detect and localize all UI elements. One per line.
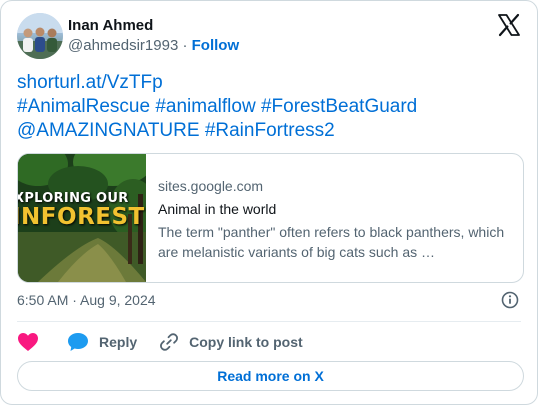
- info-icon[interactable]: [501, 291, 519, 309]
- link-preview-description: The term "panther" often refers to black…: [158, 224, 505, 260]
- read-more-button[interactable]: Read more on X: [17, 361, 524, 391]
- heart-icon: [18, 333, 38, 351]
- action-bar: Reply Copy link to post: [17, 332, 303, 352]
- post-mentions-line[interactable]: @AMAZINGNATURE #RainFortress2: [17, 119, 521, 143]
- post-link-shorturl[interactable]: shorturl.at/VzTFp: [17, 71, 521, 95]
- like-button[interactable]: [17, 332, 39, 352]
- reply-label: Reply: [99, 334, 138, 350]
- link-preview-body: sites.google.com Animal in the world The…: [158, 178, 513, 262]
- link-preview-domain: sites.google.com: [158, 178, 264, 194]
- speech-bubble-icon: [68, 333, 88, 351]
- thumbnail-caption-line-2: INFOREST: [18, 204, 145, 230]
- reply-button[interactable]: Reply: [67, 332, 137, 352]
- avatar-photo: [17, 13, 63, 59]
- divider: [17, 321, 521, 322]
- link-preview-card[interactable]: XPLORING OUR INFOREST sites.google.com A…: [17, 153, 524, 283]
- avatar[interactable]: [17, 13, 63, 59]
- post-hashtags-line[interactable]: #AnimalRescue #animalflow #ForestBeatGua…: [17, 95, 521, 119]
- author-handle-line: @ahmedsir1993 · Follow: [68, 37, 239, 54]
- author-display-name[interactable]: Inan Ahmed: [68, 17, 153, 34]
- post-text: shorturl.at/VzTFp #AnimalRescue #animalf…: [17, 71, 521, 143]
- author-handle[interactable]: @ahmedsir1993: [68, 37, 178, 54]
- copy-link-label: Copy link to post: [189, 334, 303, 350]
- link-preview-title: Animal in the world: [158, 201, 277, 217]
- x-logo-icon[interactable]: [497, 13, 521, 37]
- handle-separator: ·: [178, 37, 192, 54]
- follow-button[interactable]: Follow: [192, 37, 240, 54]
- link-preview-thumbnail: XPLORING OUR INFOREST: [18, 154, 146, 282]
- copy-link-button[interactable]: Copy link to post: [159, 332, 303, 352]
- embedded-post-card: Inan Ahmed @ahmedsir1993 · Follow shortu…: [0, 0, 538, 405]
- link-icon: [160, 333, 179, 351]
- post-timestamp[interactable]: 6:50 AM · Aug 9, 2024: [17, 292, 156, 308]
